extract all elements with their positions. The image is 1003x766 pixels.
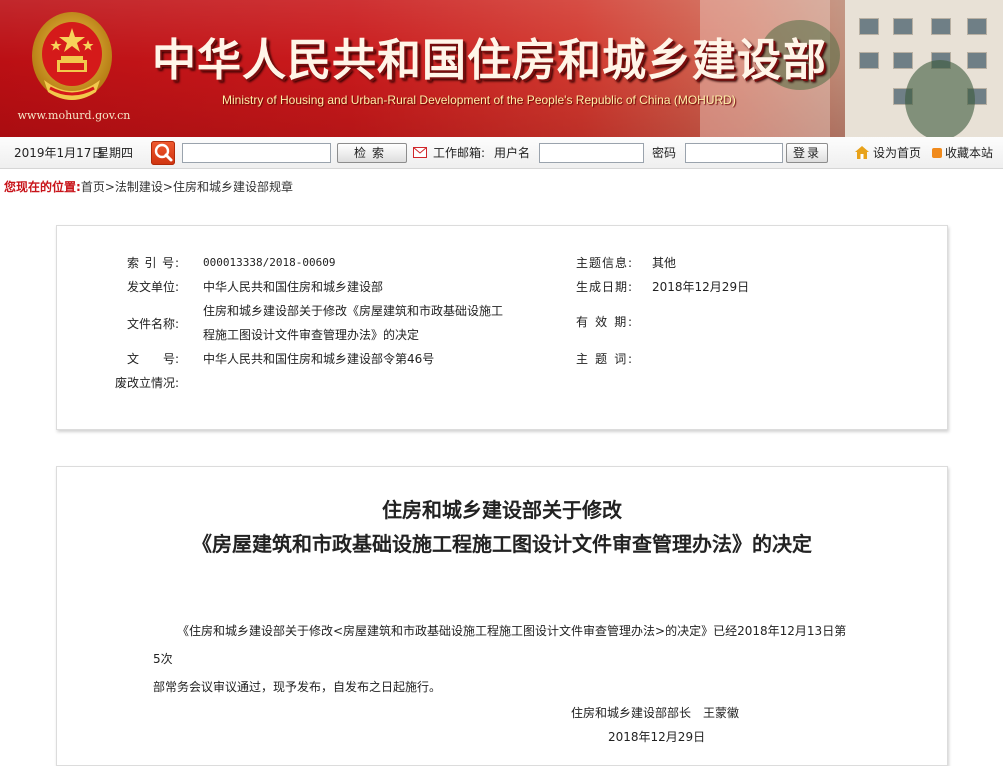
article-signer: 住房和城乡建设部部长 王蒙徽 <box>571 706 740 720</box>
rss-icon <box>932 148 942 158</box>
article-body: 《住房和城乡建设部关于修改<房屋建筑和市政基础设施工程施工图设计文件审查管理办法… <box>153 617 853 701</box>
site-url: www.mohurd.gov.cn <box>17 109 131 122</box>
building-window <box>859 52 879 69</box>
date-value: 2018年12月29日 <box>652 280 750 294</box>
building-window <box>893 18 913 35</box>
national-emblem-icon <box>32 12 112 100</box>
building-window <box>967 18 987 35</box>
home-icon <box>855 146 869 159</box>
magnifier-icon <box>154 143 173 162</box>
building-window <box>967 52 987 69</box>
current-date: 2019年1月17日 <box>14 146 104 160</box>
date-label: 生成日期: <box>576 280 632 294</box>
breadcrumb-label: 您现在的位置: <box>4 180 81 194</box>
article-paragraph: 《住房和城乡建设部关于修改<房屋建筑和市政基础设施工程施工图设计文件审查管理办法… <box>153 624 847 666</box>
breadcrumb-separator: > <box>104 180 115 194</box>
banner-tree <box>905 60 975 137</box>
index-value: 000013338/2018-00609 <box>203 256 336 269</box>
issuer-value: 中华人民共和国住房和城乡建设部 <box>203 280 384 294</box>
site-title-en: Ministry of Housing and Urban-Rural Deve… <box>222 93 736 107</box>
file-name-value-line1: 住房和城乡建设部关于修改《房屋建筑和市政基础设施工 <box>203 304 504 318</box>
site-banner: www.mohurd.gov.cn 中华人民共和国住房和城乡建设部 Minist… <box>0 0 1003 137</box>
topic-label: 主题信息: <box>576 256 632 270</box>
top-toolbar: 2019年1月17日 星期四 检索 工作邮箱: 用户名 密码 登录 设为首页 收… <box>0 137 1003 169</box>
file-name-value-line2: 程施工图设计文件审查管理办法》的决定 <box>203 328 420 342</box>
building-window <box>859 18 879 35</box>
bookmark-link[interactable]: 收藏本站 <box>945 137 993 169</box>
set-homepage-link[interactable]: 设为首页 <box>873 137 921 169</box>
search-input[interactable] <box>182 143 331 163</box>
username-label: 用户名 <box>494 146 531 160</box>
breadcrumb-legal[interactable]: 法制建设 <box>115 180 163 194</box>
building-window <box>893 52 913 69</box>
building-window <box>931 18 951 35</box>
breadcrumb-home[interactable]: 首页 <box>81 180 105 194</box>
password-input[interactable] <box>685 143 783 163</box>
topic-value: 其他 <box>652 256 677 270</box>
site-title-cn: 中华人民共和国住房和城乡建设部 <box>152 35 827 86</box>
keyword-label: 主 题 词: <box>576 352 632 366</box>
mail-icon <box>413 147 427 158</box>
article-title-line2: 《房屋建筑和市政基础设施工程施工图设计文件审查管理办法》的决定 <box>192 532 812 556</box>
password-label: 密码 <box>652 146 677 160</box>
current-weekday: 星期四 <box>97 146 134 160</box>
login-button[interactable]: 登录 <box>786 143 828 163</box>
article-title-line1: 住房和城乡建设部关于修改 <box>382 498 622 522</box>
issuer-label: 发文单位: <box>127 280 180 294</box>
status-label: 废改立情况: <box>115 376 180 390</box>
document-info-panel: 索 引 号: 000013338/2018-00609 发文单位: 中华人民共和… <box>56 225 948 430</box>
doc-number-label: 文 号: <box>127 352 180 366</box>
article-paragraph: 部常务会议审议通过，现予发布，自发布之日起施行。 <box>153 680 442 694</box>
breadcrumb-regulations[interactable]: 住房和城乡建设部规章 <box>173 180 293 194</box>
index-label: 索 引 号: <box>127 256 179 270</box>
username-input[interactable] <box>539 143 644 163</box>
article-panel: 住房和城乡建设部关于修改 《房屋建筑和市政基础设施工程施工图设计文件审查管理办法… <box>56 466 948 766</box>
doc-number-value: 中华人民共和国住房和城乡建设部令第46号 <box>203 352 435 366</box>
article-sign-date: 2018年12月29日 <box>608 730 706 744</box>
search-button[interactable]: 检索 <box>337 143 407 163</box>
validity-label: 有 效 期: <box>576 315 632 329</box>
work-mail-label: 工作邮箱: <box>433 146 486 160</box>
file-name-label: 文件名称: <box>127 317 180 331</box>
breadcrumb: 您现在的位置:首页>法制建设>住房和城乡建设部规章 <box>4 178 293 195</box>
breadcrumb-separator: > <box>162 180 173 194</box>
search-icon[interactable] <box>151 141 175 165</box>
